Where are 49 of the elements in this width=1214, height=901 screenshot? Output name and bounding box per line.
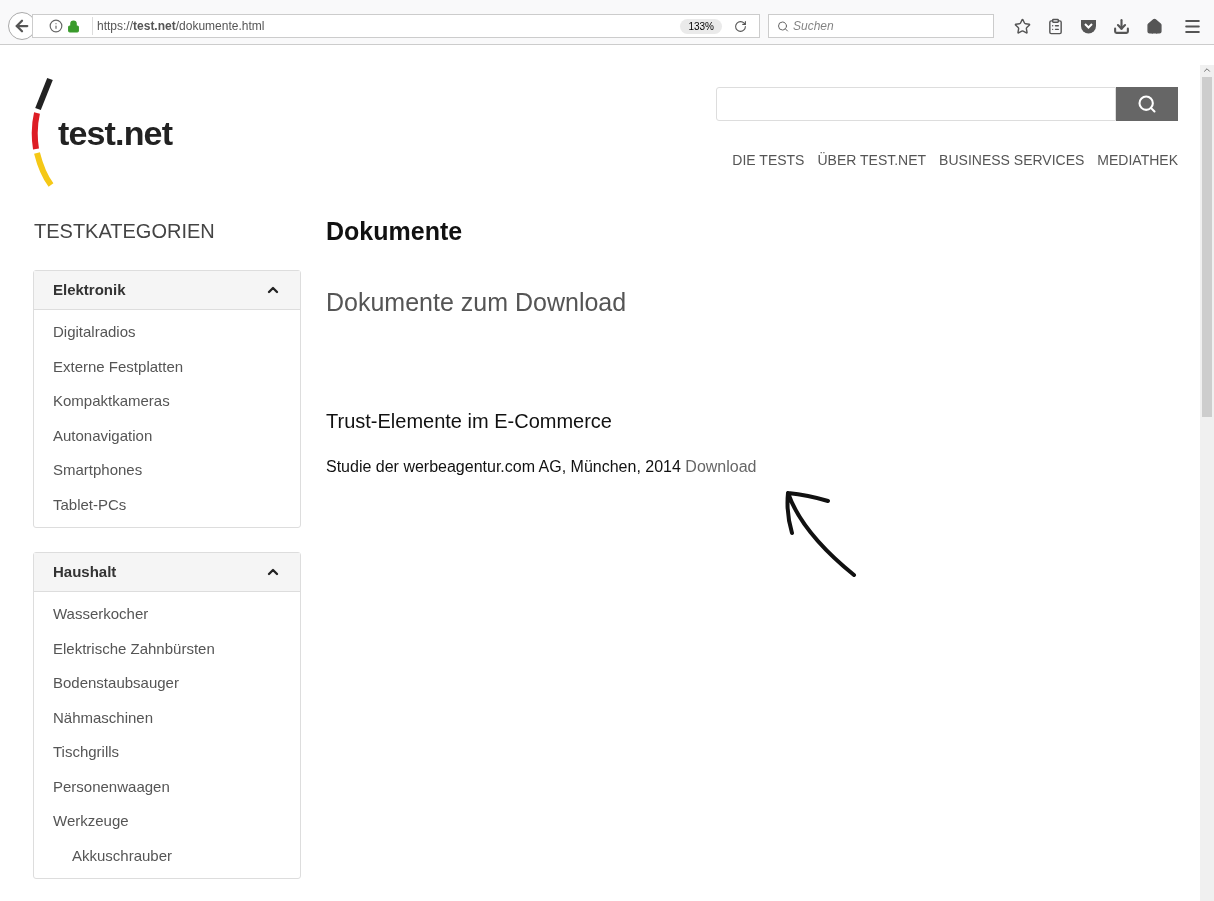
document-title: Trust-Elemente im E-Commerce (326, 408, 612, 434)
logo-text: test.net (58, 113, 173, 154)
site-logo[interactable]: test.net (30, 75, 190, 188)
search-icon (1137, 94, 1157, 114)
panel-header[interactable]: Elektronik (34, 271, 300, 310)
category-link[interactable]: Tischgrills (34, 735, 120, 770)
category-link[interactable]: Werkzeuge (34, 804, 129, 839)
reading-list-icon[interactable] (1047, 17, 1064, 35)
panel-title: Elektronik (53, 279, 126, 300)
category-link[interactable]: Tablet-PCs (34, 487, 127, 522)
panel-header[interactable]: Haushalt (34, 553, 300, 592)
category-link[interactable]: Akkuschrauber (34, 838, 173, 873)
bookmark-star-icon[interactable] (1014, 17, 1031, 35)
category-link[interactable]: Autonavigation (34, 418, 153, 453)
reload-icon[interactable] (734, 19, 747, 33)
sidebar-title: TESTKATEGORIEN (34, 219, 216, 244)
page-subtitle: Dokumente zum Download (326, 287, 627, 318)
pocket-icon[interactable] (1080, 18, 1097, 34)
category-link[interactable]: Bodenstaubsauger (34, 666, 179, 701)
nav-link[interactable]: DIE TESTS (732, 150, 805, 171)
zoom-badge[interactable]: 133% (680, 18, 722, 34)
category-link[interactable]: Wasserkocher (34, 597, 149, 632)
download-link[interactable]: Download (685, 457, 757, 475)
search-button[interactable] (1116, 87, 1178, 121)
category-link[interactable]: Smartphones (34, 453, 143, 488)
scrollbar-thumb[interactable] (1202, 77, 1212, 417)
browser-search-input[interactable]: Suchen (793, 17, 985, 35)
category-link[interactable]: Externe Festplatten (34, 349, 184, 384)
url-text: https://test.net/dokumente.html (92, 17, 677, 35)
search-icon (777, 19, 789, 33)
panel-title: Haushalt (53, 561, 117, 582)
info-icon[interactable] (49, 19, 63, 33)
nav-link[interactable]: ÜBER TEST.NET (817, 150, 927, 171)
category-link[interactable]: Personenwaagen (34, 769, 170, 804)
document-description: Studie der werbeagentur.com AG, München, 2014 (326, 457, 681, 475)
category-link[interactable]: Kompaktkameras (34, 384, 170, 419)
lock-icon[interactable] (67, 19, 80, 33)
download-icon[interactable] (1113, 17, 1130, 35)
address-bar[interactable]: https://test.net/dokumente.html 133% (32, 14, 760, 38)
scroll-up-icon[interactable] (1202, 65, 1212, 75)
category-link[interactable]: Elektrische Zahnbürsten (34, 631, 215, 666)
page-title: Dokumente (326, 216, 463, 246)
category-link[interactable]: Nähmaschinen (34, 700, 154, 735)
nav-link[interactable]: MEDIATHEK (1097, 150, 1178, 171)
browser-search-field[interactable]: Suchen (768, 14, 994, 38)
logo-arc-icon (30, 75, 54, 188)
category-link[interactable]: Digitalradios (34, 315, 136, 350)
home-icon[interactable] (1146, 17, 1163, 35)
nav-link[interactable]: BUSINESS SERVICES (939, 150, 1085, 171)
